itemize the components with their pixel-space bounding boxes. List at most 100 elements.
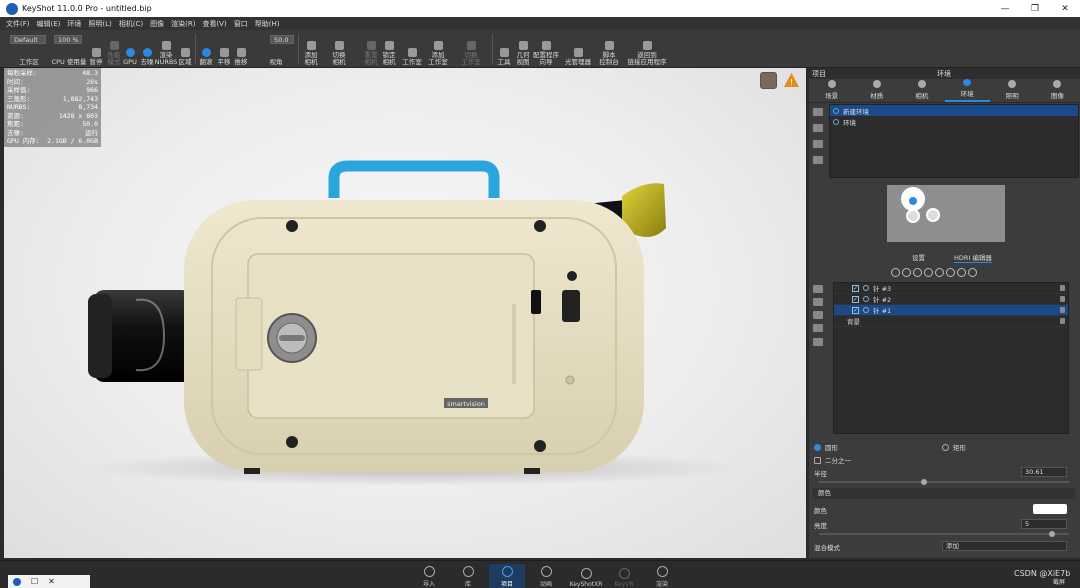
switch-studio-button[interactable]: 切换 工作室 [459,32,483,66]
lock-icon[interactable] [1060,318,1065,324]
lock-camera-button[interactable]: 锁定 相机 [378,32,400,66]
move-down-icon[interactable] [813,311,823,319]
dolly-button[interactable]: 推移 [233,32,249,66]
mini-close-icon[interactable]: ✕ [48,577,55,586]
menu-window[interactable]: 窗口 [234,19,248,29]
menu-file[interactable]: 文件(F) [6,19,30,29]
pause-button[interactable]: 暂停 [88,32,104,66]
pan-button[interactable]: 平移 [216,32,232,66]
menu-camera[interactable]: 相机(C) [119,19,143,29]
screenshot-button[interactable]: 截屏 [1053,577,1065,586]
render-button[interactable]: 渲染 [644,564,680,588]
list-item[interactable]: 新建环境 [830,105,1078,116]
maximize-button[interactable]: ❐ [1020,0,1050,17]
configurator-text: 配置程序 向导 [533,51,559,66]
hdri-preview[interactable] [887,185,1005,242]
add-studio-button[interactable]: 添加 工作室 [426,32,450,66]
denoise-toggle[interactable]: 去噪 [139,32,155,66]
sun-icon[interactable] [902,268,911,277]
list-item[interactable]: 背景 [834,316,1068,327]
color-section-header[interactable]: 颜色 [813,488,1075,499]
sky-icon[interactable] [946,268,955,277]
save-icon[interactable] [957,268,966,277]
keyvr-button[interactable]: KeyVR [606,564,642,588]
color-swatch[interactable] [1033,504,1067,514]
configurator-wizard-button[interactable]: 配置程序 向导 [532,32,560,66]
tab-camera[interactable]: 相机 [899,79,944,102]
target-icon[interactable] [813,338,823,346]
blend-mode-select[interactable]: 添加 [942,541,1067,551]
checkbox-icon[interactable]: ✓ [852,295,859,303]
menu-image[interactable]: 图像 [150,19,164,29]
lock-icon[interactable] [1060,307,1065,313]
checkbox-icon[interactable]: ✓ [852,284,859,292]
tab-settings[interactable]: 设置 [912,252,925,262]
minimize-button[interactable]: — [990,0,1020,17]
animation-button[interactable]: 动画 [528,564,564,588]
trash-icon[interactable] [813,285,823,293]
refresh-icon[interactable] [935,268,944,277]
grid-icon[interactable] [968,268,977,277]
library-button[interactable]: 库 [450,564,486,588]
move-up-icon[interactable] [813,298,823,306]
add-environment-icon[interactable] [813,108,823,116]
tab-environment[interactable]: 环境 [944,79,990,102]
menu-lighting[interactable]: 照明(L) [88,19,111,29]
lock-icon[interactable] [1060,296,1065,302]
trash-icon[interactable] [813,156,823,164]
tumble-button[interactable]: 翻滚 [198,32,214,66]
radius-input[interactable]: 30.61 [1021,467,1067,477]
gradient-icon[interactable] [924,268,933,277]
list-item[interactable]: ✓ 针 #2 [834,294,1068,305]
shape-circle-option[interactable]: 圆形 [814,442,838,452]
keyshotxr-button[interactable]: KeyShotXR [566,564,606,588]
slider-handle[interactable] [921,479,927,485]
checkbox-icon[interactable]: ✓ [852,306,859,314]
duplicate-icon[interactable] [813,124,823,132]
project-button[interactable]: 项目 [489,564,525,588]
tab-image[interactable]: 图像 [1035,79,1080,102]
tools-button[interactable]: 工具 [495,32,513,66]
light-manager-button[interactable]: 光管理器 [563,32,593,66]
shape-rect-option[interactable]: 矩形 [942,442,966,452]
lock-icon[interactable] [1060,285,1065,291]
menu-help[interactable]: 帮助(H) [255,19,280,29]
watermark: CSDN @XiE7b [1014,569,1071,578]
script-console-button[interactable]: 脚本 控制台 [597,32,621,66]
menu-edit[interactable]: 编辑(E) [37,19,61,29]
brightness-slider[interactable] [819,531,1069,537]
tab-lighting[interactable]: 照明 [990,79,1035,102]
list-item[interactable]: ✓ 针 #1 [834,305,1068,316]
animation-icon [540,566,552,577]
render-viewport[interactable]: 每秒采样: 48.3 时间: 20s 采样值: 966 三角形: 1,882,743 N… [4,68,806,558]
menu-environment[interactable]: 环境 [67,19,81,29]
performance-mode-button[interactable]: 性能 模式 [106,32,122,66]
add-pin-icon[interactable] [891,268,900,277]
tab-material[interactable]: 材质 [854,79,899,102]
folder-icon[interactable] [813,324,823,332]
menu-render[interactable]: 渲染(R) [171,19,195,29]
image-pin-icon[interactable] [913,268,922,277]
mini-restore-icon[interactable]: ☐ [31,577,38,586]
add-camera-button[interactable]: 添加 相机 [300,32,322,66]
render-nurbs-button[interactable]: 渲染 NURBS [155,32,177,66]
import-button[interactable]: 导入 [411,564,447,588]
studio-button[interactable]: 工作室 [401,32,423,66]
tab-hdri-editor[interactable]: HDRI 编辑器 [954,252,992,263]
return-to-linked-app-button[interactable]: 返回到 链接应用程序 [624,32,670,66]
region-button[interactable]: 区域 [177,32,193,66]
half-checkbox[interactable]: 二分之一 [814,455,851,465]
gpu-toggle[interactable]: GPU [122,32,138,66]
switch-camera-button[interactable]: 切换 相机 [328,32,350,66]
radius-slider[interactable] [819,479,1069,485]
brightness-input[interactable]: 5 [1021,519,1067,529]
geometry-view-button[interactable]: 几何 视图 [513,32,533,66]
copy-icon[interactable] [813,140,823,148]
close-button[interactable]: ✕ [1050,0,1080,17]
tab-scene[interactable]: 场景 [809,79,854,102]
slider-handle[interactable] [1049,531,1055,537]
minimized-window[interactable]: ☐ ✕ [8,575,90,588]
list-item[interactable]: 环境 [830,116,1078,127]
list-item[interactable]: ✓ 针 #3 [834,283,1068,294]
menu-view[interactable]: 查看(V) [202,19,226,29]
